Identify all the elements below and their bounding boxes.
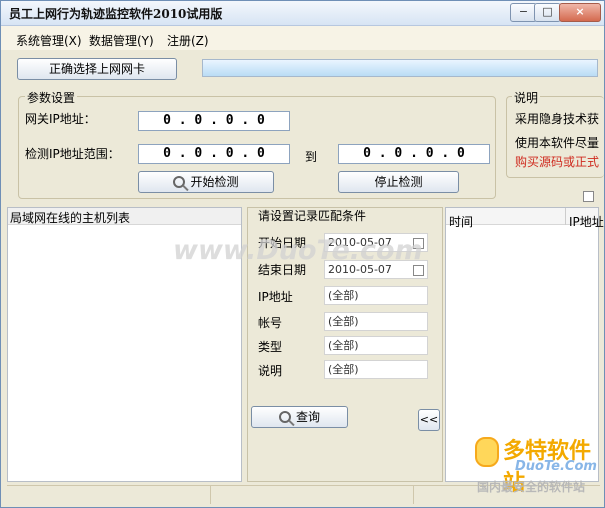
description-filter-label: 说明 — [258, 364, 283, 378]
type-filter-field[interactable]: (全部) — [324, 336, 428, 355]
notes-group: 说明 采用隐身技术获 使用本软件尽量 购买源码或正式 — [506, 89, 604, 178]
progress-bar — [202, 59, 598, 77]
params-group: 参数设置 网关IP地址： 0 . 0 . 0 . 0 检测IP地址范围： 0 .… — [18, 89, 496, 199]
main-window: 员工上网行为轨迹监控软件2010试用版 − □ × 系统管理(X) 数据管理(Y… — [0, 0, 605, 508]
notes-checkbox[interactable] — [583, 191, 594, 202]
collapse-button[interactable]: << — [418, 409, 440, 431]
menu-system[interactable]: 系统管理(X) — [16, 32, 82, 49]
notes-line-1: 采用隐身技术获 — [515, 112, 600, 126]
account-filter-field[interactable]: (全部) — [324, 312, 428, 331]
range-label: 检测IP地址范围： — [25, 147, 120, 161]
host-list-title: 局域网在线的主机列表 — [10, 211, 131, 225]
notes-line-3: 购买源码或正式 — [515, 155, 600, 169]
status-separator — [210, 486, 211, 504]
menu-register[interactable]: 注册(Z) — [167, 32, 209, 49]
mascot-icon — [475, 437, 499, 467]
column-divider — [565, 208, 566, 225]
title-bar: 员工上网行为轨迹监控软件2010试用版 − □ × — [1, 1, 604, 26]
type-filter-label: 类型 — [258, 340, 283, 354]
start-detect-label: 开始检测 — [190, 175, 239, 189]
ip-filter-label: IP地址 — [258, 290, 293, 304]
logo-foot: 国内最安全的软件站 — [477, 480, 586, 494]
end-date-checkbox[interactable] — [413, 265, 424, 276]
logo-en: DuoTe.Com — [515, 459, 597, 474]
notes-group-title: 说明 — [512, 89, 541, 106]
gateway-label: 网关IP地址： — [25, 112, 96, 126]
range-start-ip-field[interactable]: 0 . 0 . 0 . 0 — [138, 144, 290, 164]
window-title: 员工上网行为轨迹监控软件2010试用版 — [9, 7, 223, 21]
search-icon — [278, 411, 291, 423]
status-separator — [413, 486, 414, 504]
stop-detect-button[interactable]: 停止检测 — [338, 171, 459, 193]
query-button[interactable]: 查询 — [251, 406, 348, 428]
menu-data[interactable]: 数据管理(Y) — [89, 32, 154, 49]
minimize-button[interactable]: − — [510, 3, 537, 22]
ip-column-header[interactable]: IP地址 — [569, 213, 604, 230]
maximize-button[interactable]: □ — [534, 3, 561, 22]
duote-logo: 多特软件站 DuoTe.Com 国内最安全的软件站 — [475, 431, 601, 499]
range-end-ip-field[interactable]: 0 . 0 . 0 . 0 — [338, 144, 490, 164]
menu-bar: 系统管理(X) 数据管理(Y) 注册(Z) — [1, 26, 604, 50]
select-nic-button[interactable]: 正确选择上网网卡 — [17, 58, 177, 80]
params-group-title: 参数设置 — [25, 89, 78, 106]
gateway-ip-field[interactable]: 0 . 0 . 0 . 0 — [138, 111, 290, 131]
search-icon — [173, 176, 186, 188]
time-column-header[interactable]: 时间 — [449, 213, 473, 230]
close-button[interactable]: × — [559, 3, 601, 22]
watermark-text: www.DuoTe.com — [173, 235, 423, 266]
filter-title: 请设置记录匹配条件 — [258, 209, 367, 223]
to-label: 到 — [305, 150, 318, 164]
account-filter-label: 帐号 — [258, 316, 283, 330]
notes-line-2: 使用本软件尽量 — [515, 136, 600, 150]
start-detect-button[interactable]: 开始检测 — [138, 171, 274, 193]
ip-filter-field[interactable]: (全部) — [324, 286, 428, 305]
query-label: 查询 — [295, 410, 320, 424]
description-filter-field[interactable]: (全部) — [324, 360, 428, 379]
